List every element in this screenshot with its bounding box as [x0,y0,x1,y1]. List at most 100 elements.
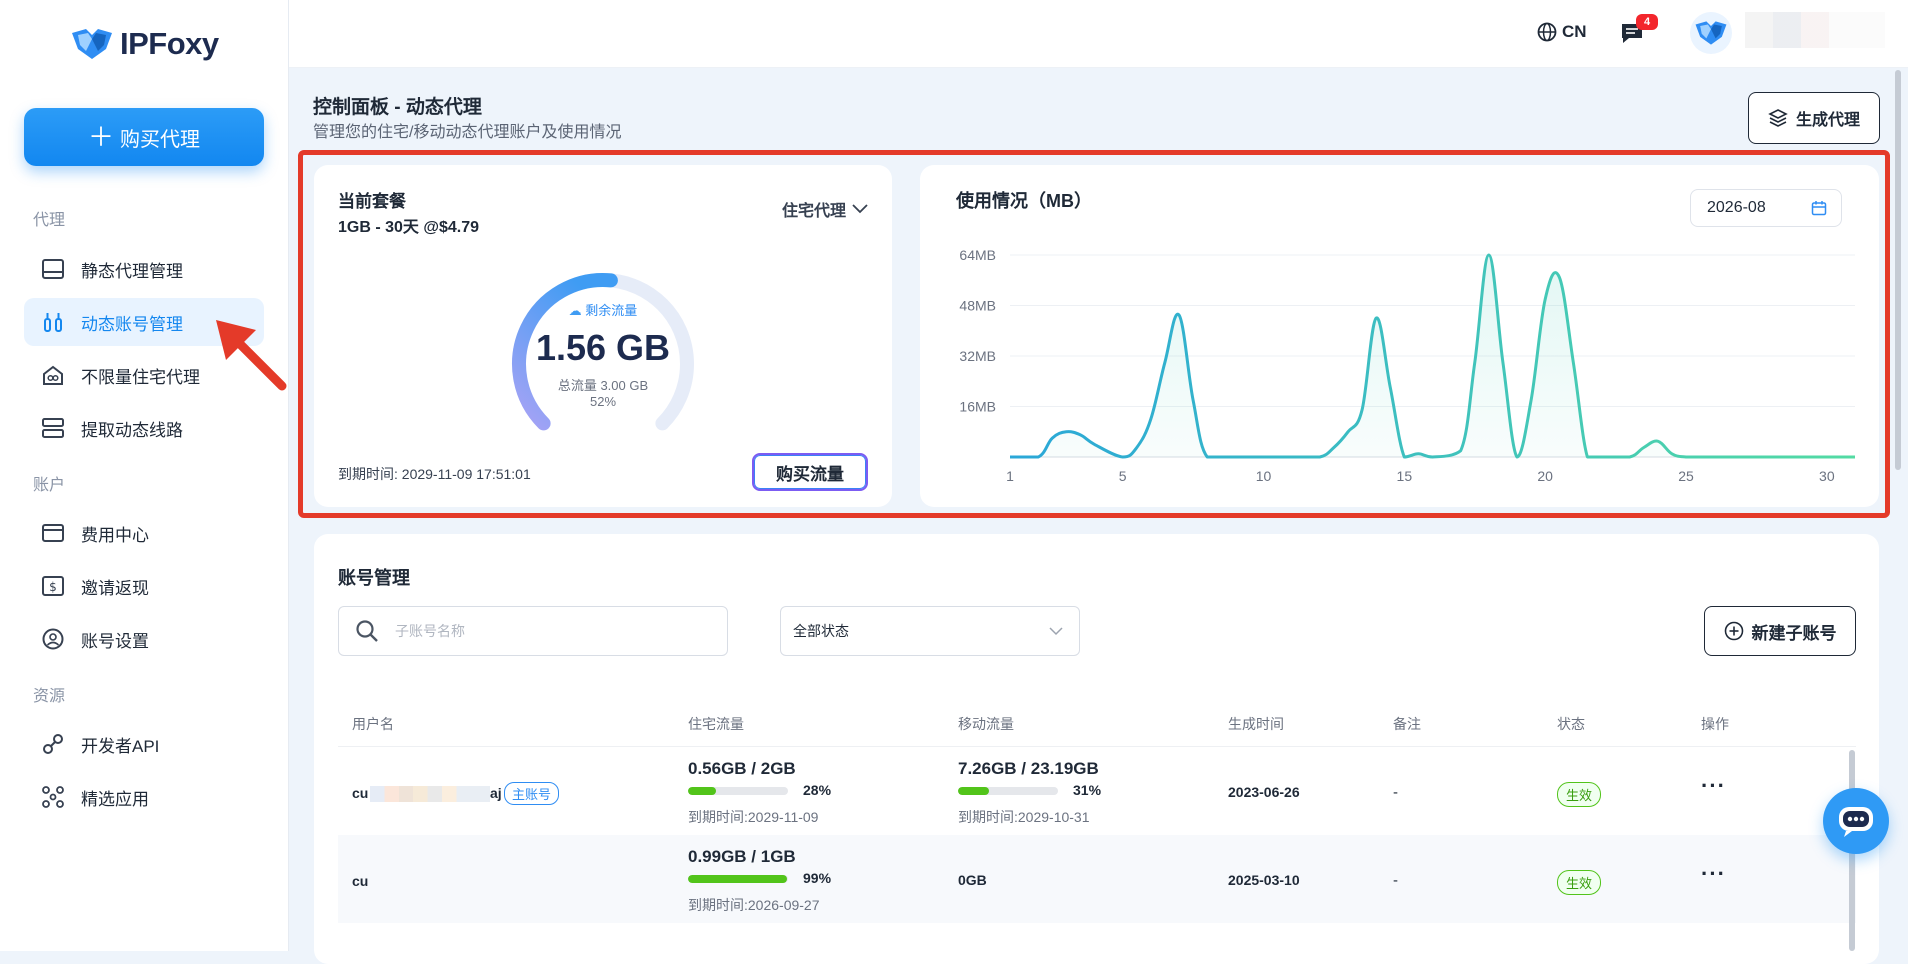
section-label-resources: 资源 [33,688,66,705]
apps-icon [41,785,65,809]
sub-account-search [338,606,728,656]
sidebar: IPFoxy ＋ 购买代理 代理 静态代理管理 动态账号管理 不限量住宅代理 提… [0,0,289,951]
annotation-highlight-box [298,150,1890,518]
col-header-actions: 操作 [1701,716,1729,732]
fox-avatar-icon [1695,21,1727,45]
sidebar-item-label: 静态代理管理 [81,261,183,281]
more-actions-button[interactable]: ··· [1701,773,1726,799]
server-icon [41,257,65,281]
page-scrollbar[interactable] [1895,70,1901,470]
search-input[interactable] [393,622,697,640]
main-account-tag: 主账号 [504,782,560,805]
sidebar-item-apps[interactable]: 精选应用 [24,773,264,821]
sidebar-item-extract-lines[interactable]: 提取动态线路 [24,404,264,452]
support-chat-button[interactable] [1823,788,1889,854]
residential-percent: 99% [803,870,832,886]
mobile-progress [958,787,1058,795]
note: - [1393,784,1398,801]
sidebar-item-static-proxy[interactable]: 静态代理管理 [24,245,264,293]
sidebar-item-label: 邀请返现 [81,578,149,598]
plus-icon: ＋ [87,122,114,152]
note: - [1393,872,1398,889]
residential-progress-fill [688,787,716,795]
status-filter-select[interactable]: 全部状态 [780,606,1080,656]
infinity-home-icon [41,363,65,387]
col-header-created: 生成时间 [1228,716,1284,732]
section-label-account: 账户 [33,477,66,494]
chat-bot-icon [1839,807,1873,837]
residential-expire: 到期时间:2026-09-27 [688,897,820,913]
plug-icon [41,732,65,756]
mobile-percent: 31% [1073,782,1102,798]
card-icon [41,521,65,545]
sidebar-item-label: 动态账号管理 [81,314,183,334]
table-row: cu aj 主账号 0.56GB / 2GB 28% 到期时间:2029-11-… [338,747,1856,835]
new-sub-account-label: 新建子账号 [1751,623,1837,643]
avatar[interactable] [1690,12,1732,54]
col-header-residential: 住宅流量 [688,716,744,732]
user-circle-icon [41,627,65,651]
plus-circle-icon [1724,621,1743,641]
col-header-note: 备注 [1393,716,1421,732]
sidebar-item-label: 精选应用 [81,789,149,809]
message-count-badge: 4 [1636,14,1658,30]
residential-usage: 0.56GB / 2GB [688,759,796,778]
page-title: 控制面板 - 动态代理 [313,97,482,118]
account-title: 账号管理 [338,568,410,588]
more-actions-button[interactable]: ··· [1701,861,1726,887]
sidebar-item-label: 账号设置 [81,631,149,651]
created-date: 2023-06-26 [1228,784,1300,800]
residential-usage: 0.99GB / 1GB [688,847,796,866]
new-sub-account-button[interactable]: 新建子账号 [1704,606,1856,656]
username-suffix: aj [490,785,502,801]
mobile-usage: 7.26GB / 23.19GB [958,759,1099,778]
search-icon [356,620,378,642]
sidebar-item-label: 费用中心 [81,525,149,545]
sidebar-item-label: 不限量住宅代理 [81,367,200,387]
lines-icon [41,416,65,440]
status-badge: 生效 [1557,782,1602,807]
top-bar [289,0,1908,68]
section-label-proxy: 代理 [33,212,66,229]
annotation-arrow-icon [216,320,287,391]
language-switch[interactable]: CN [1537,22,1587,42]
logo[interactable]: IPFoxy [70,26,219,62]
buy-proxy-label: 购买代理 [120,128,200,151]
username-prefix: cu [352,785,369,801]
status-filter-value: 全部状态 [793,623,849,639]
status-badge: 生效 [1557,870,1602,895]
account-management-card: 账号管理 全部状态 新建子账号 用户名 住宅流量 移动流量 生成时间 备注 状态… [314,534,1879,964]
fox-logo-icon [72,29,112,59]
residential-progress-fill [688,875,787,883]
svg-text:$: $ [49,580,57,594]
sidebar-item-label: 提取动态线路 [81,420,183,440]
sidebar-item-account-settings[interactable]: 账号设置 [24,615,264,663]
residential-progress [688,875,788,883]
username-prefix: cu [352,873,369,889]
mobile-usage: 0GB [958,872,987,888]
page-subtitle: 管理您的住宅/移动动态代理账户及使用情况 [313,124,622,141]
dollar-icon: $ [41,574,65,598]
generate-proxy-button[interactable]: 生成代理 [1748,92,1880,144]
residential-percent: 28% [803,782,832,798]
username-blurred [1745,12,1885,48]
language-label: CN [1562,22,1587,41]
mobile-expire: 到期时间:2029-10-31 [958,809,1090,825]
col-header-mobile: 移动流量 [958,716,1014,732]
col-header-status: 状态 [1557,716,1585,732]
globe-icon [1537,22,1557,42]
generate-proxy-label: 生成代理 [1795,112,1860,129]
sidebar-item-invite[interactable]: $ 邀请返现 [24,562,264,610]
chevron-down-icon [1049,626,1063,635]
col-header-username: 用户名 [352,716,394,732]
brand-name: IPFoxy [120,26,219,61]
created-date: 2025-03-10 [1228,872,1300,888]
table-row: cu 0.99GB / 1GB 99% 到期时间:2026-09-27 0GB … [338,835,1856,923]
username-blurred [370,786,490,802]
residential-expire: 到期时间:2029-11-09 [688,809,819,825]
sidebar-item-label: 开发者API [81,736,160,756]
dynamic-proxy-icon [41,310,65,334]
sidebar-item-billing[interactable]: 费用中心 [24,509,264,557]
buy-proxy-button[interactable]: ＋ 购买代理 [24,108,264,166]
sidebar-item-developer-api[interactable]: 开发者API [24,720,264,768]
